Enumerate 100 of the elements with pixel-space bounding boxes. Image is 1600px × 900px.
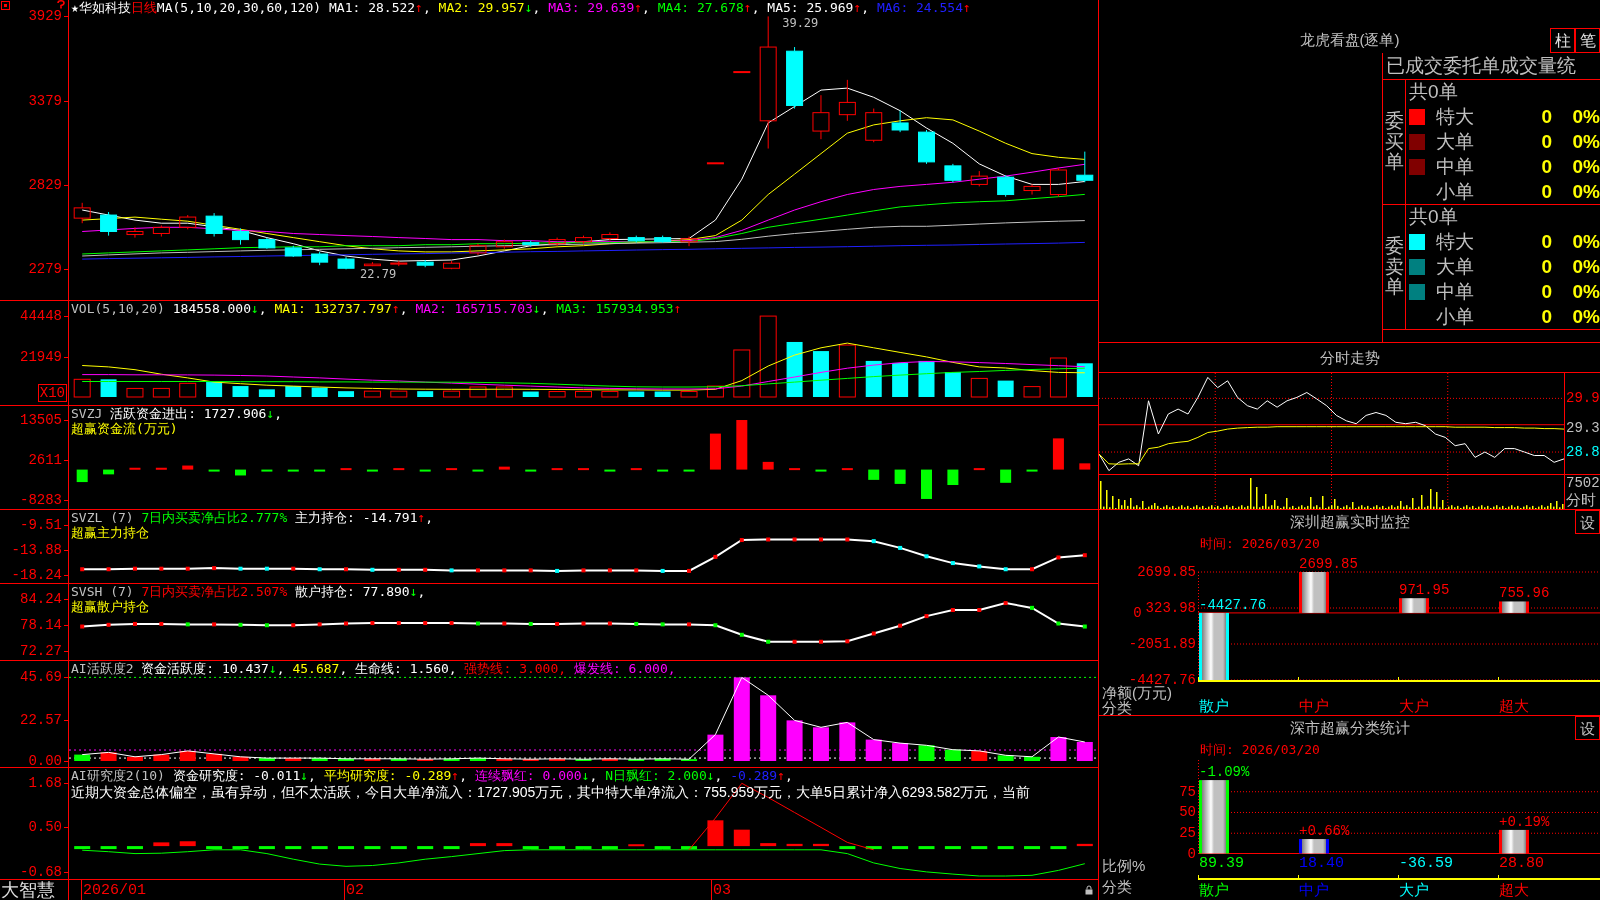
data-point-marker — [950, 561, 955, 566]
candlestick — [1023, 183, 1041, 196]
indicator-bar — [129, 467, 141, 470]
category-label: 散户 — [1199, 698, 1229, 714]
candlestick — [997, 174, 1015, 198]
data-point-marker — [344, 621, 349, 626]
indicator-bar — [601, 846, 618, 850]
indicator-bar — [390, 846, 407, 850]
data-point-marker — [159, 621, 164, 626]
indicator-bar — [1024, 756, 1041, 761]
data-point-marker — [739, 538, 744, 543]
y-axis-label: 45.69 — [20, 669, 62, 686]
data-point-marker — [502, 621, 507, 626]
data-point-marker — [132, 621, 137, 626]
indicator-bar — [786, 843, 803, 847]
high-price-label: 39.29 — [782, 16, 819, 31]
order-total: 共0单 — [1409, 81, 1458, 104]
indicator-legend: 超赢散户持仓 — [71, 599, 149, 614]
data-point-marker — [766, 639, 771, 644]
data-point-marker — [80, 567, 85, 572]
panel-title: 龙虎看盘(逐单) — [1299, 31, 1400, 48]
indicator-bar — [681, 759, 698, 761]
candlestick — [284, 245, 302, 258]
y-axis-label: 13505 — [20, 412, 62, 428]
indicator-bar — [551, 468, 563, 471]
order-size-label: 大单 — [1436, 256, 1475, 278]
indicator-bar — [549, 846, 566, 850]
data-point-marker — [581, 621, 586, 626]
y-axis-label: 21949 — [20, 349, 62, 365]
order-size-label: 小单 — [1436, 305, 1475, 328]
chart-mode-button[interactable]: 柱 — [1550, 28, 1575, 53]
data-point-marker — [449, 621, 454, 626]
indicator-bar — [364, 758, 381, 761]
indicator-legend: SVSH (7) 7日内买卖净占比2.507% 散户持仓: 77.890↓, — [71, 584, 426, 599]
candlestick — [100, 211, 118, 237]
candlestick — [363, 261, 381, 267]
indicator-bar — [736, 420, 748, 470]
indicator-bar — [812, 843, 829, 847]
data-point-marker — [1003, 601, 1008, 606]
data-point-marker — [634, 621, 639, 626]
data-point-marker — [924, 554, 929, 559]
indicator-bar — [892, 743, 909, 761]
indicator-bar — [446, 468, 458, 471]
indicator-bar — [789, 468, 801, 471]
indicator-bar — [973, 468, 985, 471]
data-point-marker — [581, 568, 586, 573]
y-axis-label: -2051.89 — [1128, 636, 1196, 652]
y-axis-label: 2699.85 — [1137, 564, 1196, 580]
volume-bar — [206, 382, 223, 397]
order-count: 0 — [1540, 305, 1552, 328]
indicator-bar — [575, 846, 592, 850]
candlestick — [733, 71, 751, 74]
y-axis-label: 2279 — [28, 261, 62, 278]
settings-button[interactable]: 设 — [1575, 510, 1600, 534]
volume-bar — [812, 351, 829, 397]
indicator-bar — [443, 758, 460, 761]
data-point-marker — [212, 622, 217, 627]
indicator-bar — [1052, 438, 1064, 470]
candlestick — [311, 251, 329, 266]
indicator-bar — [839, 722, 856, 761]
bar — [1499, 601, 1529, 613]
y-axis-label: 44448 — [20, 308, 62, 324]
indicator-bar — [74, 846, 91, 850]
candlestick — [522, 240, 540, 248]
table-title: 已成交委托单成交量统 — [1386, 55, 1576, 77]
candlestick — [152, 224, 170, 238]
candlestick — [469, 243, 487, 256]
data-point-marker — [423, 567, 428, 572]
volume-bar — [733, 349, 751, 398]
panel-title: 分时走势 — [1319, 348, 1380, 367]
data-point-marker — [370, 621, 375, 626]
chart-mode-button[interactable]: 笔 — [1575, 28, 1600, 53]
indicator-bar — [918, 846, 935, 850]
volume-bar — [892, 362, 909, 397]
candlestick — [495, 239, 513, 250]
indicator-bar — [311, 758, 328, 761]
indicator-bar — [472, 469, 484, 472]
candlestick — [601, 231, 619, 242]
indicator-bar — [947, 469, 959, 485]
category-label: 超大 — [1499, 698, 1529, 714]
data-point-marker — [898, 545, 903, 550]
indicator-bar — [549, 758, 566, 761]
candlestick — [575, 235, 592, 245]
settings-button[interactable]: 设 — [1575, 716, 1600, 740]
indicator-bar — [681, 846, 698, 850]
y-axis-label: 0 — [1187, 846, 1196, 862]
axis-title: 分类 — [1102, 878, 1132, 895]
indicator-legend: AI活跃度2 资金活跃度: 10.437↓, 45.687, 生命线: 1.560, 强势线: 3.000, 爆发线: 6.000, — [71, 661, 676, 676]
order-percent: 0% — [1571, 131, 1600, 153]
indicator-legend: ★华如科技日线MA(5,10,20,30,60,120) MA1: 28.522↑, MA2: 29.957↓, MA3: 29.639↑, MA4: 27.678↑, MA5: 25.969↑, MA6: 24.554↑ — [71, 0, 971, 15]
group-label: 委买单 — [1384, 110, 1404, 174]
data-point-marker — [317, 567, 322, 572]
candlestick — [627, 235, 645, 244]
indicator-legend: SVZL (7) 7日内买卖净占比2.777% 主力持仓: -14.791↑, — [71, 510, 434, 525]
volume-bar — [997, 380, 1014, 397]
data-point-marker — [344, 567, 349, 572]
indicator-bar — [206, 753, 223, 761]
data-point-marker — [1082, 553, 1087, 558]
indicator-bar — [997, 755, 1014, 761]
volume-bar — [443, 390, 461, 398]
